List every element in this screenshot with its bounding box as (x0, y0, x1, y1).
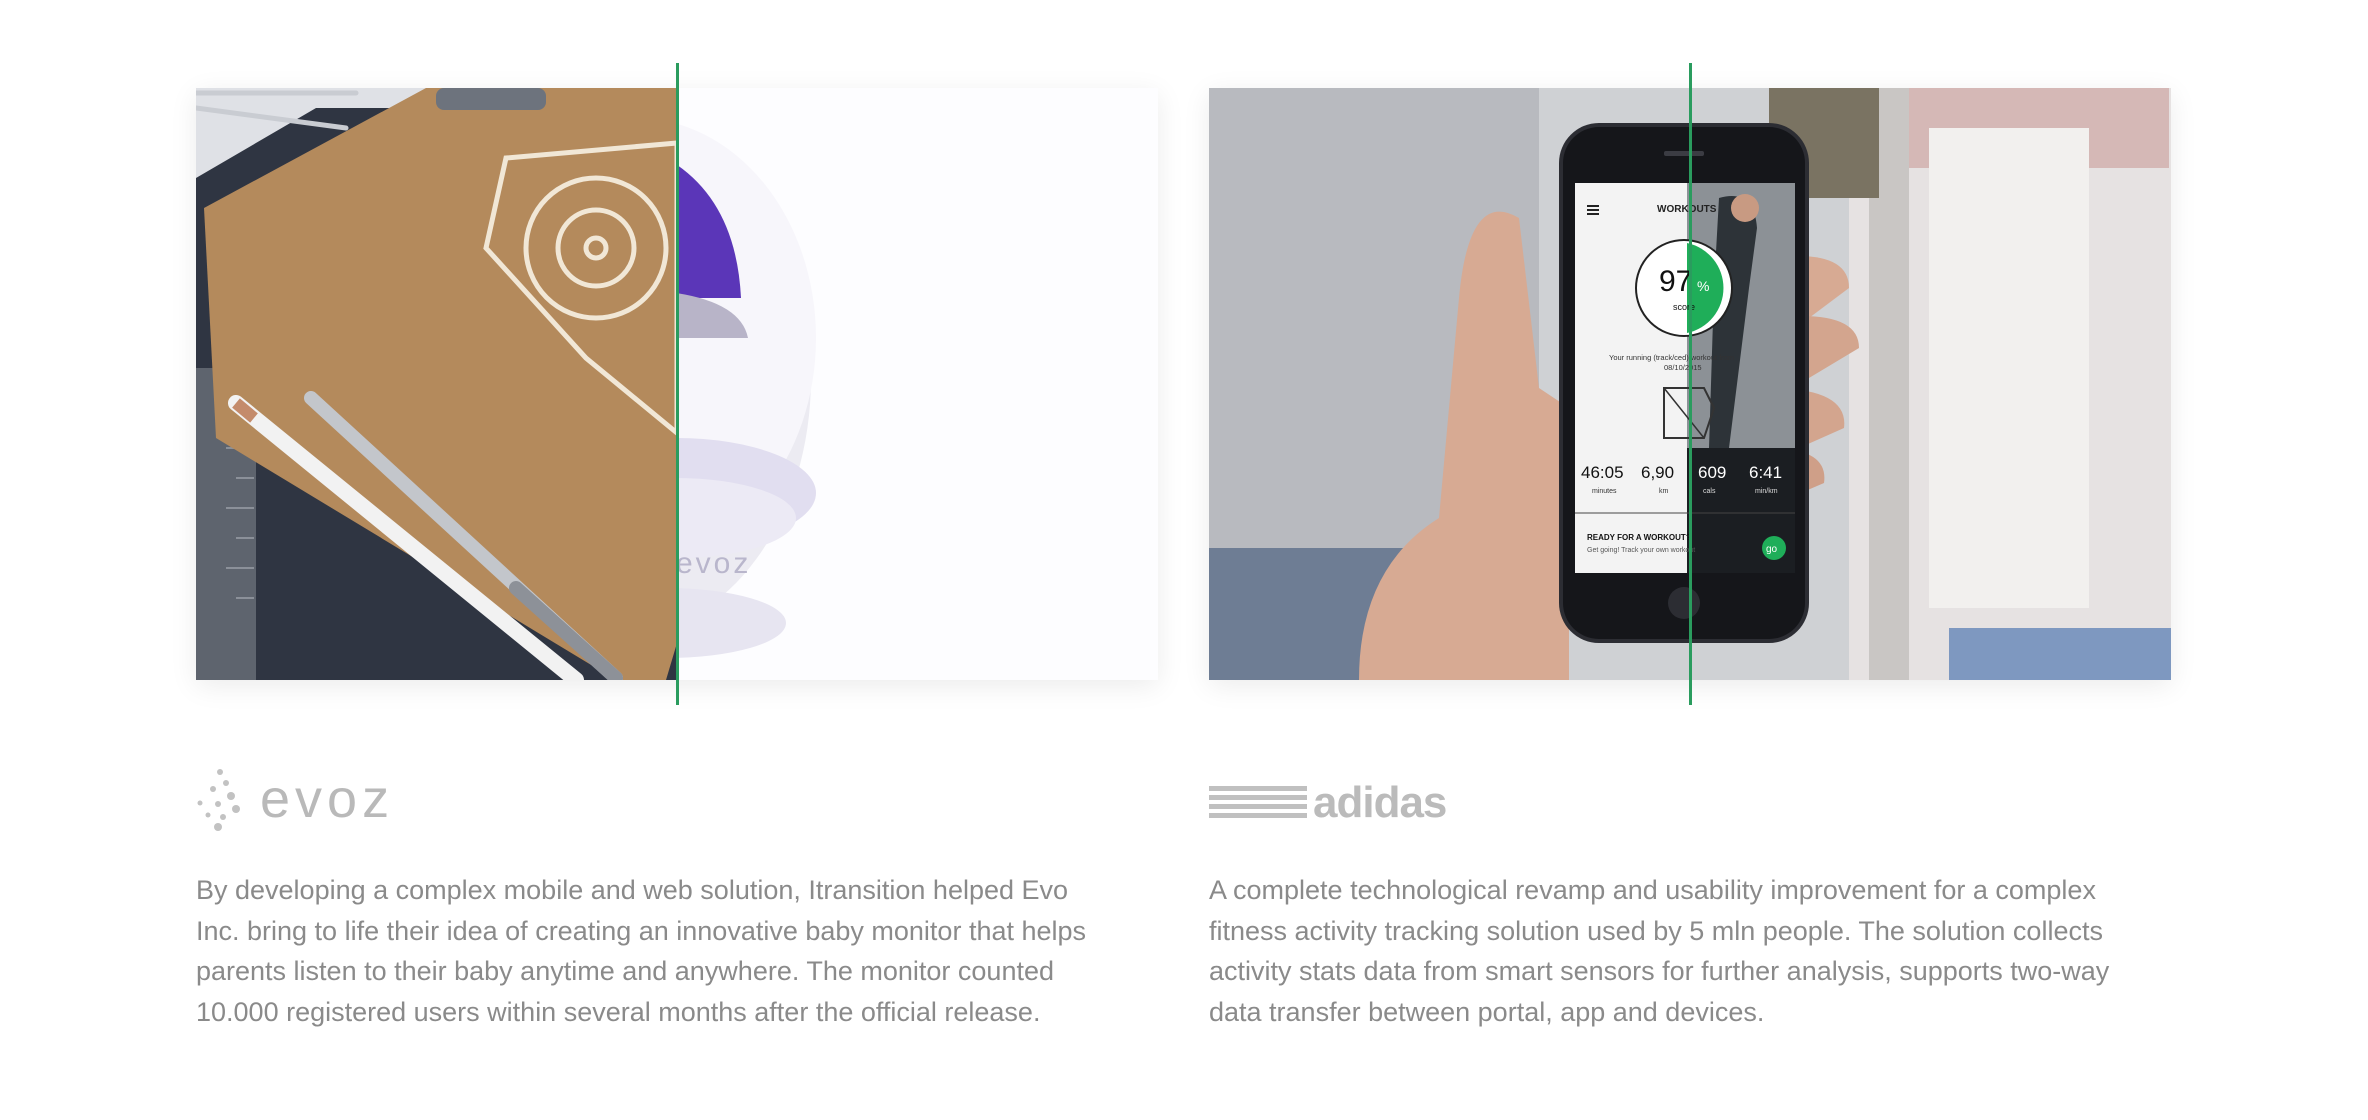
phone-stat-cals-label: cals (1703, 488, 1716, 495)
adidas-logo-text: adidas (1313, 778, 1446, 827)
phone-stat-minutes-label: minutes (1592, 488, 1617, 495)
phone-stat-km-value: 6,90 (1641, 463, 1674, 482)
phone-cta-title: READY FOR A WORKOUT? (1587, 533, 1691, 542)
phone-stat-km-label: km (1659, 488, 1669, 495)
evoz-compare-divider[interactable] (676, 63, 679, 705)
adidas-logo: adidas (1209, 765, 1489, 835)
phone-workout-line1: Your running (track/ced) workout from (1609, 353, 1734, 362)
phone-header-text: WORKOUTS (1657, 204, 1717, 215)
phone-stat-pace-value: 6:41 (1749, 463, 1782, 482)
evoz-description: By developing a complex mobile and web s… (196, 875, 1087, 1027)
case-card-adidas[interactable]: WORKOUTS 97 % score Your running (track/… (1209, 0, 2171, 1120)
adidas-description: A complete technological revamp and usab… (1209, 875, 2110, 1027)
phone-stat-cals-value: 609 (1698, 463, 1726, 482)
phone-score-value: 97 (1659, 265, 1692, 298)
phone-stat-minutes-value: 46:05 (1581, 463, 1624, 482)
evoz-watermark-text: evoz (676, 547, 751, 580)
phone-go-label: go (1766, 544, 1778, 555)
evoz-logo-text: evoz (260, 769, 394, 829)
adidas-stripes-icon (1209, 786, 1307, 818)
phone-cta-subtitle: Get going! Track your own workout (1587, 547, 1695, 554)
phone-score-unit: % (1697, 278, 1709, 294)
adidas-compare-divider[interactable] (1689, 63, 1692, 705)
case-card-evoz[interactable]: evoz evoz By developing a complex mobile… (196, 0, 1158, 1120)
phone-stat-pace-label: min/km (1755, 488, 1778, 495)
phone-workout-line2: 08/10/2015 (1664, 363, 1702, 372)
evoz-dots-icon (197, 769, 240, 831)
evoz-logo: evoz (196, 765, 416, 835)
